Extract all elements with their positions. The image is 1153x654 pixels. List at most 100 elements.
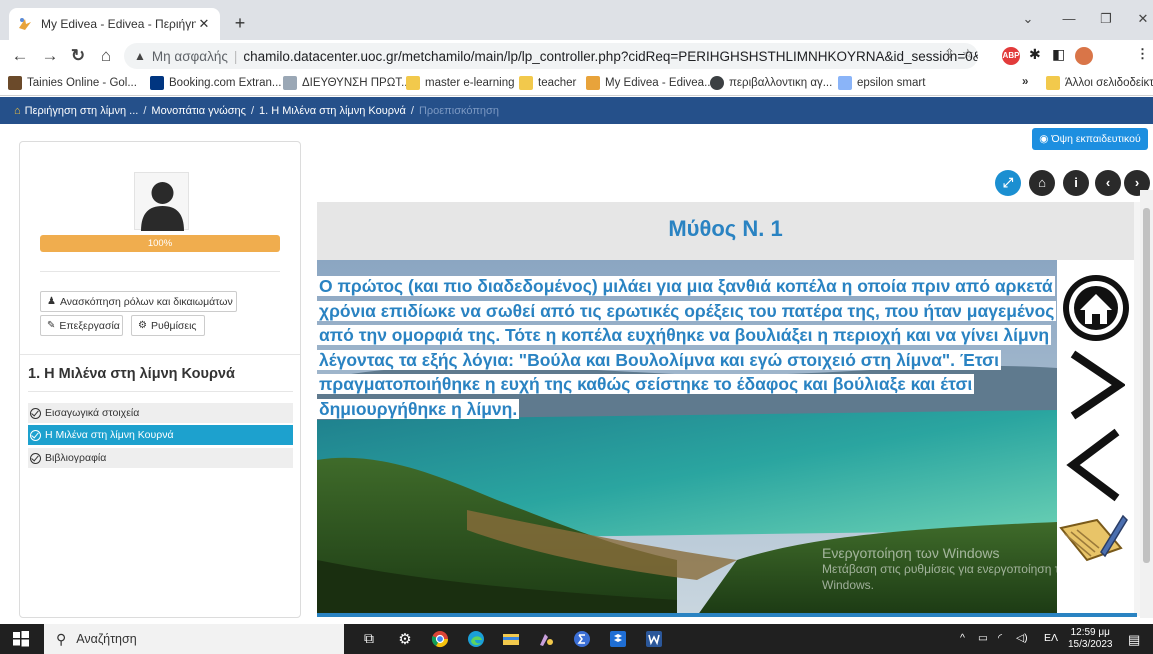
tab-title: My Edivea - Edivea - Περιήγηση bbox=[41, 17, 196, 31]
extensions-puzzle-icon[interactable]: ✱ bbox=[1029, 46, 1041, 63]
network-icon[interactable]: ▭ bbox=[978, 632, 988, 644]
teacher-view-button[interactable]: ◉ Όψη εκπαιδευτικού bbox=[1032, 128, 1148, 150]
toc-item-milena[interactable]: Η Μιλένα στη λίμνη Κουρνά bbox=[28, 425, 293, 445]
breadcrumb-separator: / bbox=[410, 104, 414, 117]
breadcrumb-lp[interactable]: 1. Η Μιλένα στη λίμνη Κουρνά bbox=[259, 105, 406, 117]
address-bar[interactable]: ▲ Μη ασφαλής | chamilo.datacenter.uoc.gr… bbox=[124, 43, 978, 69]
check-circle-icon bbox=[30, 452, 41, 464]
edge-icon[interactable] bbox=[467, 630, 485, 648]
breadcrumb-separator: / bbox=[250, 104, 255, 117]
edit-label: Επεξεργασία bbox=[59, 319, 120, 332]
fullscreen-button[interactable]: ⤢ bbox=[995, 170, 1021, 196]
word-icon[interactable] bbox=[645, 630, 663, 648]
sigma-app-icon[interactable] bbox=[573, 630, 591, 648]
progress-label: 100% bbox=[147, 238, 173, 249]
slide-home-icon[interactable] bbox=[1060, 272, 1132, 344]
expand-icon: ⤢ bbox=[1002, 175, 1014, 190]
wifi-icon[interactable]: ◜ bbox=[998, 632, 1002, 644]
bookmark-label: epsilon smart bbox=[857, 77, 926, 89]
bookmark-item[interactable]: My Edivea - Edivea... bbox=[586, 76, 714, 90]
close-window-icon[interactable]: ✕ bbox=[1131, 8, 1153, 30]
browser-tab[interactable]: My Edivea - Edivea - Περιήγηση ✕ bbox=[9, 8, 220, 40]
edit-button[interactable]: ✎ Επεξεργασία bbox=[40, 315, 123, 336]
divider bbox=[40, 271, 280, 272]
folder-icon bbox=[519, 76, 533, 90]
slide-previous-icon[interactable] bbox=[1065, 428, 1125, 502]
file-explorer-icon[interactable] bbox=[502, 630, 520, 648]
bookmark-star-icon[interactable]: ☆ bbox=[962, 46, 974, 62]
breadcrumb-separator: / bbox=[143, 104, 147, 117]
share-icon[interactable]: ⇪ bbox=[944, 46, 955, 62]
breadcrumb-learning-paths[interactable]: Μονοπάτια γνώσης bbox=[151, 105, 246, 117]
info-button[interactable]: i bbox=[1063, 170, 1089, 196]
warning-icon: ▲ bbox=[134, 49, 146, 63]
minimize-icon[interactable]: — bbox=[1057, 8, 1081, 30]
chevron-left-icon: ‹ bbox=[1105, 175, 1111, 190]
insecure-label: Μη ασφαλής bbox=[151, 48, 228, 64]
toc-item-label: Εισαγωγικά στοιχεία bbox=[45, 407, 140, 419]
lp-sidebar: 100% ♟ Ανασκόπηση ρόλων και δικαιωμάτων ✎… bbox=[19, 141, 301, 618]
notifications-icon[interactable]: ▤ bbox=[1128, 632, 1140, 648]
paint-app-icon[interactable] bbox=[537, 630, 555, 648]
divider bbox=[20, 354, 300, 355]
tray-overflow-icon[interactable]: ^ bbox=[960, 632, 965, 644]
bookmark-favicon-icon bbox=[283, 76, 297, 90]
slide-next-icon[interactable] bbox=[1065, 350, 1125, 420]
back-icon[interactable]: ← bbox=[8, 44, 32, 68]
menu-kebab-icon[interactable]: ⋮ bbox=[1136, 46, 1149, 62]
bookmark-favicon-icon bbox=[838, 76, 852, 90]
bookmark-item[interactable]: ΔΙΕΥΘΥΝΣΗ ΠΡΩΤ... bbox=[283, 76, 411, 90]
breadcrumb: ⌂ Περιήγηση στη λίμνη ... / Μονοπάτια γν… bbox=[0, 97, 1153, 124]
globe-icon bbox=[710, 76, 724, 90]
browser-tab-strip: My Edivea - Edivea - Περιήγηση ✕ + ⌄ — ❐… bbox=[0, 0, 1153, 40]
language-indicator[interactable]: ΕΛ bbox=[1044, 632, 1058, 644]
tab-search-icon[interactable]: ⌄ bbox=[1016, 8, 1040, 30]
other-bookmarks-folder[interactable]: Άλλοι σελιδοδείκτες bbox=[1046, 76, 1153, 90]
windows-start-icon[interactable] bbox=[12, 630, 30, 648]
bookmark-item[interactable]: περιβαλλοντικη αγ... bbox=[710, 76, 832, 90]
home-icon[interactable]: ⌂ bbox=[14, 105, 21, 117]
folder-icon bbox=[406, 76, 420, 90]
bookmark-item[interactable]: Tainies Online - Gol... bbox=[8, 76, 137, 90]
task-view-icon[interactable]: ⧉ bbox=[360, 630, 378, 648]
system-clock[interactable]: 12:59 μμ 15/3/2023 bbox=[1068, 627, 1113, 651]
taskbar-search[interactable]: ⚲ Αναζήτηση bbox=[44, 624, 344, 654]
scrollbar-thumb[interactable] bbox=[1143, 208, 1150, 563]
adblock-extension-icon[interactable]: ABP bbox=[1002, 47, 1020, 65]
chrome-icon[interactable] bbox=[431, 630, 449, 648]
close-tab-icon[interactable]: ✕ bbox=[196, 16, 212, 32]
volume-icon[interactable]: ◁) bbox=[1016, 632, 1028, 644]
side-panel-icon[interactable]: ◧ bbox=[1052, 46, 1065, 63]
forward-icon[interactable]: → bbox=[38, 44, 62, 68]
search-icon: ⚲ bbox=[56, 630, 67, 647]
pencil-icon: ✎ bbox=[47, 320, 56, 331]
bookmark-label: περιβαλλοντικη αγ... bbox=[729, 77, 833, 89]
more-bookmarks-button[interactable]: » bbox=[1022, 76, 1028, 88]
restore-icon[interactable]: ❐ bbox=[1094, 8, 1118, 30]
toc-item-bibliography[interactable]: Βιβλιογραφία bbox=[28, 448, 293, 468]
dropbox-icon[interactable] bbox=[609, 630, 627, 648]
lp-title: 1. Η Μιλένα στη λίμνη Κουρνά bbox=[28, 366, 235, 382]
review-roles-button[interactable]: ♟ Ανασκόπηση ρόλων και δικαιωμάτων bbox=[40, 291, 237, 312]
home-button[interactable]: ⌂ bbox=[1029, 170, 1055, 196]
bookmark-label: Booking.com Extran... bbox=[169, 77, 282, 89]
bookmark-folder[interactable]: master e-learning bbox=[406, 76, 514, 90]
bookmark-item[interactable]: epsilon smart bbox=[838, 76, 925, 90]
breadcrumb-course[interactable]: Περιήγηση στη λίμνη ... bbox=[25, 105, 139, 117]
bookmark-folder[interactable]: teacher bbox=[519, 76, 576, 90]
toc-item-intro[interactable]: Εισαγωγικά στοιχεία bbox=[28, 403, 293, 423]
settings-button[interactable]: ⚙ Ρυθμίσεις bbox=[131, 315, 205, 336]
check-circle-icon bbox=[30, 429, 41, 441]
previous-button[interactable]: ‹ bbox=[1095, 170, 1121, 196]
user-silhouette-icon bbox=[141, 182, 184, 231]
profile-avatar-icon[interactable] bbox=[1075, 47, 1093, 65]
page-title: Μύθος Ν. 1 bbox=[668, 216, 783, 241]
new-tab-button[interactable]: + bbox=[229, 12, 251, 34]
myth-text-content: Ο πρώτος (και πιο διαδεδομένος) μιλάει γ… bbox=[317, 276, 1057, 419]
settings-gear-icon[interactable]: ⚙ bbox=[396, 630, 414, 648]
gear-icon: ⚙ bbox=[138, 320, 147, 331]
reload-icon[interactable]: ↻ bbox=[66, 44, 90, 68]
page-scrollbar[interactable] bbox=[1140, 190, 1153, 618]
bookmark-item[interactable]: Booking.com Extran... bbox=[150, 76, 282, 90]
home-icon[interactable]: ⌂ bbox=[94, 44, 118, 68]
